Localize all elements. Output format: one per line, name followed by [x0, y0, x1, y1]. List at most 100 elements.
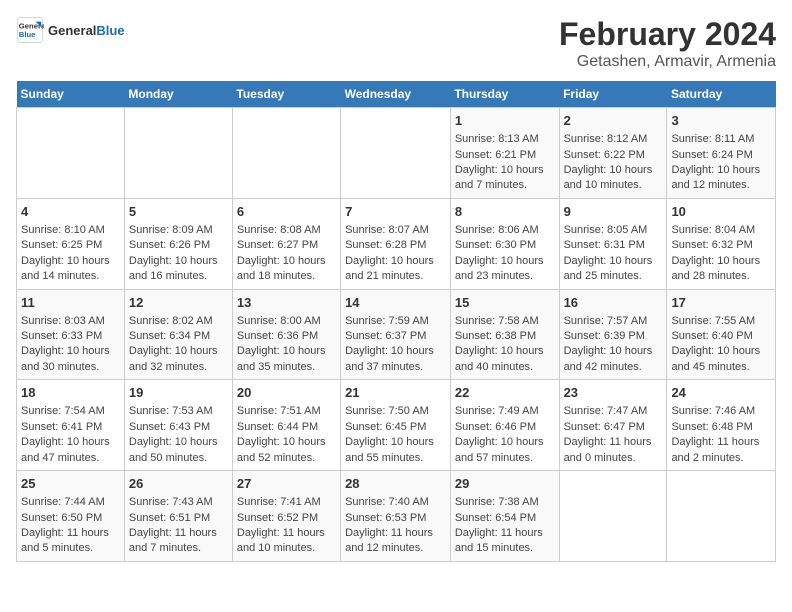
day-info: Sunrise: 8:13 AM Sunset: 6:21 PM Dayligh… [455, 132, 555, 194]
day-info: Sunrise: 8:09 AM Sunset: 6:26 PM Dayligh… [129, 223, 228, 285]
day-number: 12 [129, 294, 228, 312]
day-info: Sunrise: 7:38 AM Sunset: 6:54 PM Dayligh… [455, 495, 555, 557]
calendar-week-2: 4 Sunrise: 8:10 AM Sunset: 6:25 PM Daylig… [17, 198, 776, 289]
calendar-cell [341, 108, 451, 199]
day-number: 27 [237, 475, 336, 493]
day-info: Sunrise: 7:41 AM Sunset: 6:52 PM Dayligh… [237, 495, 336, 557]
day-number: 1 [455, 112, 555, 130]
weekday-header-tuesday: Tuesday [232, 81, 340, 108]
logo-blue: Blue [96, 23, 124, 38]
weekday-header-friday: Friday [559, 81, 667, 108]
calendar-cell: 14 Sunrise: 7:59 AM Sunset: 6:37 PM Dayli… [341, 289, 451, 380]
day-number: 29 [455, 475, 555, 493]
day-number: 19 [129, 384, 228, 402]
day-number: 25 [21, 475, 120, 493]
day-number: 7 [345, 203, 446, 221]
day-info: Sunrise: 7:49 AM Sunset: 6:46 PM Dayligh… [455, 404, 555, 466]
calendar-cell: 17Sunrise: 7:55 AM Sunset: 6:40 PM Dayli… [667, 289, 776, 380]
day-info: Sunrise: 7:58 AM Sunset: 6:38 PM Dayligh… [455, 314, 555, 376]
calendar-cell: 12 Sunrise: 8:02 AM Sunset: 6:34 PM Dayli… [124, 289, 232, 380]
calendar-cell [17, 108, 125, 199]
calendar-cell: 6 Sunrise: 8:08 AM Sunset: 6:27 PM Daylig… [232, 198, 340, 289]
day-number: 2 [564, 112, 663, 130]
day-info: Sunrise: 7:55 AM Sunset: 6:40 PM Dayligh… [671, 314, 771, 376]
weekday-header-thursday: Thursday [450, 81, 559, 108]
day-info: Sunrise: 7:44 AM Sunset: 6:50 PM Dayligh… [21, 495, 120, 557]
calendar-cell [124, 108, 232, 199]
calendar-cell: 29 Sunrise: 7:38 AM Sunset: 6:54 PM Dayli… [450, 471, 559, 562]
day-number: 4 [21, 203, 120, 221]
day-number: 21 [345, 384, 446, 402]
calendar-cell: 5 Sunrise: 8:09 AM Sunset: 6:26 PM Daylig… [124, 198, 232, 289]
logo-general: General [48, 23, 96, 38]
calendar-cell: 25 Sunrise: 7:44 AM Sunset: 6:50 PM Dayli… [17, 471, 125, 562]
day-number: 8 [455, 203, 555, 221]
day-info: Sunrise: 8:05 AM Sunset: 6:31 PM Dayligh… [564, 223, 663, 285]
calendar-week-1: 1 Sunrise: 8:13 AM Sunset: 6:21 PM Daylig… [17, 108, 776, 199]
day-number: 9 [564, 203, 663, 221]
weekday-header-wednesday: Wednesday [341, 81, 451, 108]
calendar-cell: 4 Sunrise: 8:10 AM Sunset: 6:25 PM Daylig… [17, 198, 125, 289]
calendar-week-5: 25 Sunrise: 7:44 AM Sunset: 6:50 PM Dayli… [17, 471, 776, 562]
day-info: Sunrise: 8:04 AM Sunset: 6:32 PM Dayligh… [671, 223, 771, 285]
day-number: 6 [237, 203, 336, 221]
day-number: 28 [345, 475, 446, 493]
day-number: 20 [237, 384, 336, 402]
calendar-cell: 26Sunrise: 7:43 AM Sunset: 6:51 PM Dayli… [124, 471, 232, 562]
day-number: 24 [671, 384, 771, 402]
day-info: Sunrise: 7:40 AM Sunset: 6:53 PM Dayligh… [345, 495, 446, 557]
svg-text:Blue: Blue [19, 30, 36, 39]
day-info: Sunrise: 7:50 AM Sunset: 6:45 PM Dayligh… [345, 404, 446, 466]
calendar-cell: 15 Sunrise: 7:58 AM Sunset: 6:38 PM Dayli… [450, 289, 559, 380]
day-info: Sunrise: 7:51 AM Sunset: 6:44 PM Dayligh… [237, 404, 336, 466]
day-info: Sunrise: 8:00 AM Sunset: 6:36 PM Dayligh… [237, 314, 336, 376]
calendar-cell: 24 Sunrise: 7:46 AM Sunset: 6:48 PM Dayli… [667, 380, 776, 471]
day-number: 10 [671, 203, 771, 221]
day-info: Sunrise: 8:02 AM Sunset: 6:34 PM Dayligh… [129, 314, 228, 376]
day-number: 15 [455, 294, 555, 312]
calendar-cell: 23Sunrise: 7:47 AM Sunset: 6:47 PM Dayli… [559, 380, 667, 471]
calendar-cell: 3 Sunrise: 8:11 AM Sunset: 6:24 PM Daylig… [667, 108, 776, 199]
title-block: February 2024 Getashen, Armavir, Armenia [559, 16, 776, 71]
day-number: 3 [671, 112, 771, 130]
calendar-cell: 20 Sunrise: 7:51 AM Sunset: 6:44 PM Dayli… [232, 380, 340, 471]
day-number: 5 [129, 203, 228, 221]
calendar-cell: 18 Sunrise: 7:54 AM Sunset: 6:41 PM Dayli… [17, 380, 125, 471]
calendar-cell [559, 471, 667, 562]
day-info: Sunrise: 8:12 AM Sunset: 6:22 PM Dayligh… [564, 132, 663, 194]
day-info: Sunrise: 7:54 AM Sunset: 6:41 PM Dayligh… [21, 404, 120, 466]
calendar-week-3: 11Sunrise: 8:03 AM Sunset: 6:33 PM Dayli… [17, 289, 776, 380]
day-number: 16 [564, 294, 663, 312]
calendar-cell: 19 Sunrise: 7:53 AM Sunset: 6:43 PM Dayli… [124, 380, 232, 471]
day-number: 13 [237, 294, 336, 312]
calendar-cell: 1 Sunrise: 8:13 AM Sunset: 6:21 PM Daylig… [450, 108, 559, 199]
day-info: Sunrise: 7:57 AM Sunset: 6:39 PM Dayligh… [564, 314, 663, 376]
day-info: Sunrise: 8:03 AM Sunset: 6:33 PM Dayligh… [21, 314, 120, 376]
day-info: Sunrise: 8:11 AM Sunset: 6:24 PM Dayligh… [671, 132, 771, 194]
day-number: 26 [129, 475, 228, 493]
day-info: Sunrise: 7:46 AM Sunset: 6:48 PM Dayligh… [671, 404, 771, 466]
day-info: Sunrise: 8:08 AM Sunset: 6:27 PM Dayligh… [237, 223, 336, 285]
day-info: Sunrise: 7:59 AM Sunset: 6:37 PM Dayligh… [345, 314, 446, 376]
calendar-cell: 7 Sunrise: 8:07 AM Sunset: 6:28 PM Daylig… [341, 198, 451, 289]
day-number: 18 [21, 384, 120, 402]
weekday-header-saturday: Saturday [667, 81, 776, 108]
calendar-cell: 11Sunrise: 8:03 AM Sunset: 6:33 PM Dayli… [17, 289, 125, 380]
day-number: 14 [345, 294, 446, 312]
day-info: Sunrise: 7:53 AM Sunset: 6:43 PM Dayligh… [129, 404, 228, 466]
day-info: Sunrise: 8:10 AM Sunset: 6:25 PM Dayligh… [21, 223, 120, 285]
calendar-cell [667, 471, 776, 562]
calendar-cell: 22Sunrise: 7:49 AM Sunset: 6:46 PM Dayli… [450, 380, 559, 471]
weekday-header-sunday: Sunday [17, 81, 125, 108]
day-info: Sunrise: 7:47 AM Sunset: 6:47 PM Dayligh… [564, 404, 663, 466]
calendar-cell: 9 Sunrise: 8:05 AM Sunset: 6:31 PM Daylig… [559, 198, 667, 289]
logo: General Blue GeneralBlue [16, 16, 125, 44]
day-info: Sunrise: 8:07 AM Sunset: 6:28 PM Dayligh… [345, 223, 446, 285]
calendar-title: February 2024 [559, 16, 776, 53]
weekday-header-monday: Monday [124, 81, 232, 108]
calendar-cell: 27 Sunrise: 7:41 AM Sunset: 6:52 PM Dayli… [232, 471, 340, 562]
calendar-cell: 28 Sunrise: 7:40 AM Sunset: 6:53 PM Dayli… [341, 471, 451, 562]
calendar-cell: 16 Sunrise: 7:57 AM Sunset: 6:39 PM Dayli… [559, 289, 667, 380]
calendar-header-row: SundayMondayTuesdayWednesdayThursdayFrid… [17, 81, 776, 108]
page-header: General Blue GeneralBlue February 2024 G… [16, 16, 776, 71]
